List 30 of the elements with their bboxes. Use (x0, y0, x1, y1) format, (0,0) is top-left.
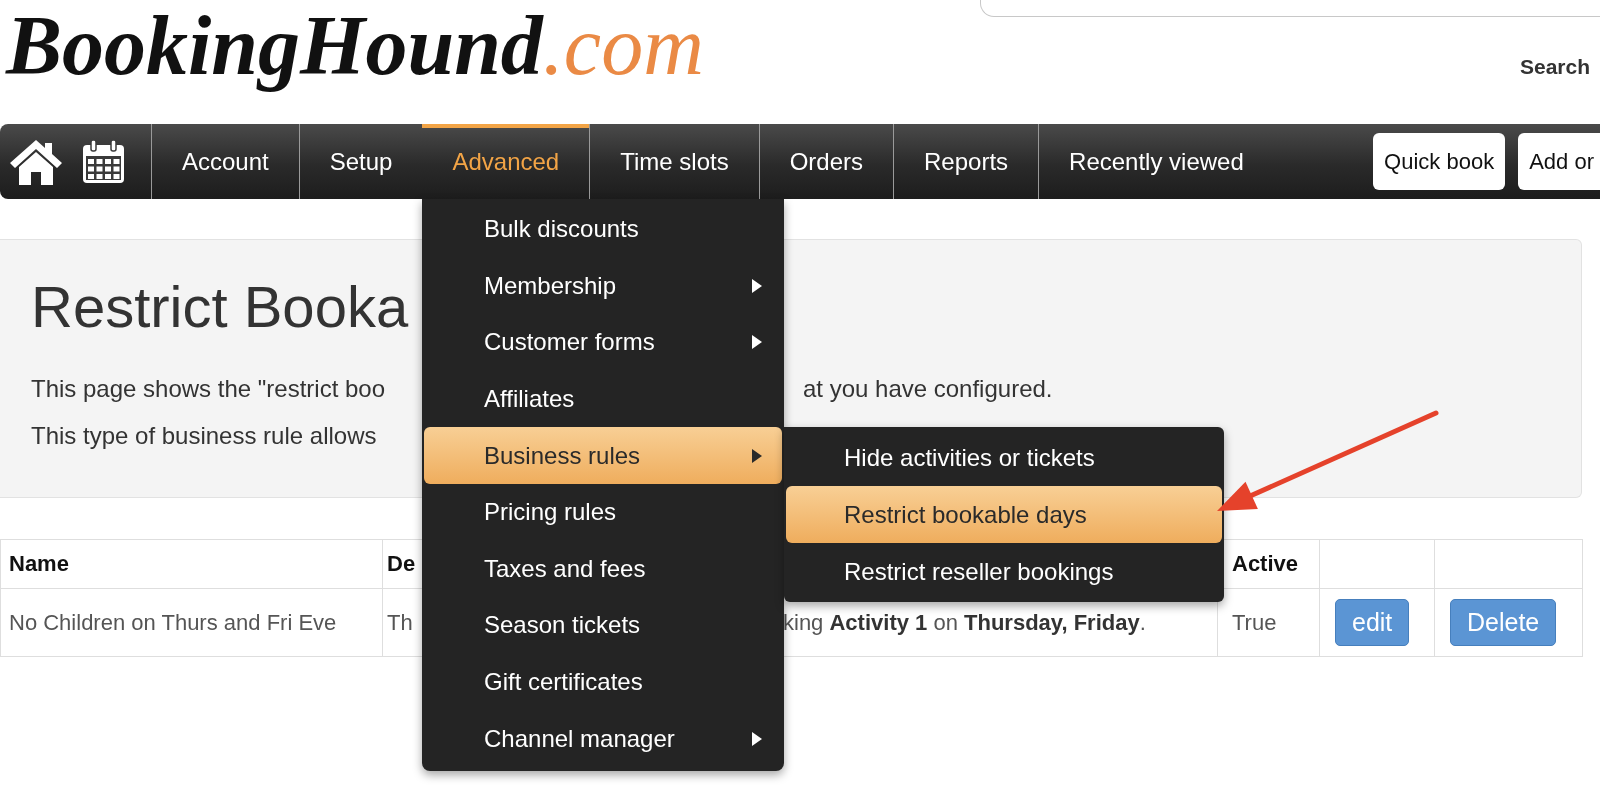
add-order-button[interactable]: Add or (1518, 133, 1600, 190)
menu-item[interactable]: Membership (424, 257, 782, 315)
home-icon[interactable] (10, 138, 62, 185)
search-field[interactable] (980, 0, 1600, 17)
submenu-item[interactable]: Restrict bookable days (786, 486, 1222, 544)
menu-item[interactable]: Gift certificates (424, 653, 782, 711)
menu-item[interactable]: Pricing rules (424, 483, 782, 541)
table-cell: No Children on Thurs and Fri Eve (0, 588, 383, 657)
nav-tab[interactable]: Account (151, 124, 299, 199)
menu-item[interactable]: Affiliates (424, 370, 782, 428)
menu-item[interactable]: Business rules (424, 427, 782, 484)
description-text: at you have configured. (803, 374, 1053, 403)
menu-item[interactable]: Season tickets (424, 597, 782, 654)
submenu-item[interactable]: Hide activities or tickets (786, 429, 1222, 487)
menu-item[interactable]: Channel manager (424, 710, 782, 767)
description-text: This type of business rule allows (31, 421, 377, 450)
description-text: This page shows the "restrict boo (31, 374, 386, 403)
menu-item[interactable]: Bulk discounts (424, 201, 782, 258)
page-title: Restrict Booka (31, 278, 409, 336)
column-header: Name (0, 539, 383, 589)
nav-tab[interactable]: Recently viewed (1038, 124, 1274, 199)
table-cell-text: Th (387, 609, 413, 636)
nav-tab[interactable]: Advanced (422, 124, 590, 199)
quick-book-button[interactable]: Quick book (1373, 133, 1506, 190)
nav-tab[interactable]: Setup (298, 124, 423, 199)
table-cell-text: king Activity 1 on Thursday, Friday. (783, 609, 1146, 636)
calendar-icon[interactable] (82, 139, 125, 184)
menu-item[interactable]: Customer forms (424, 314, 782, 371)
nav-tab[interactable]: Reports (893, 124, 1039, 199)
search-button[interactable]: Search (1519, 55, 1590, 79)
